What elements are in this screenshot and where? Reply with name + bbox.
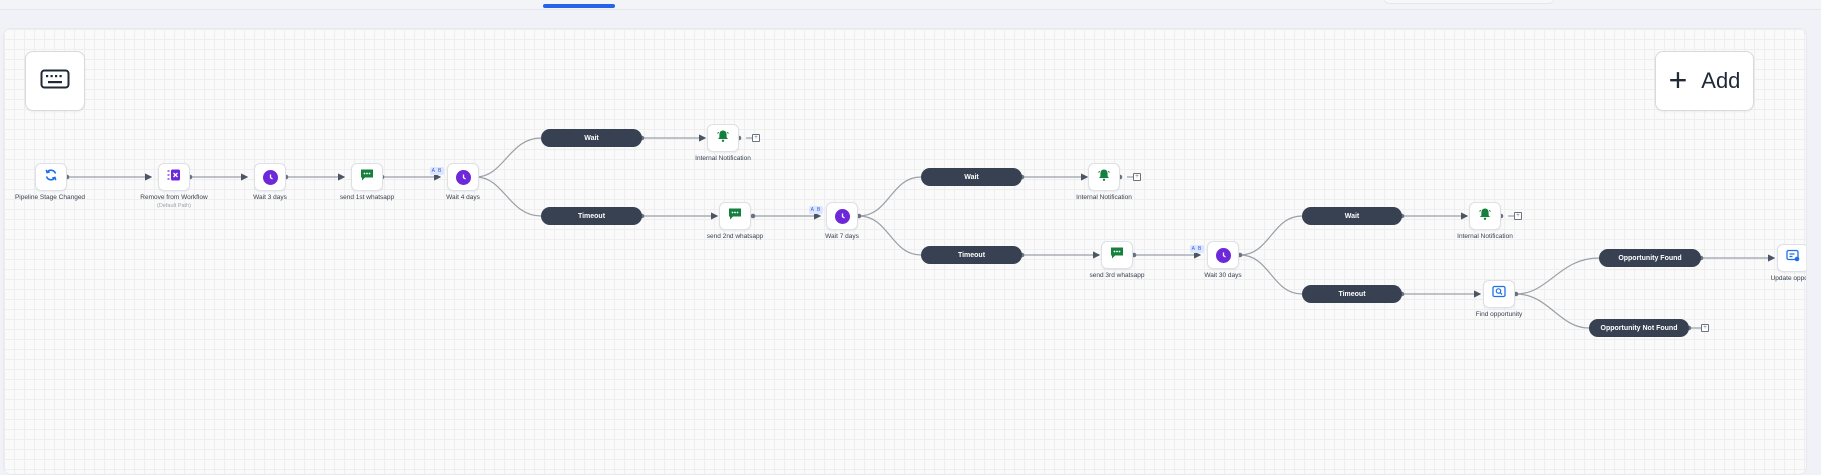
node-label: Wait 7 days xyxy=(825,233,859,240)
whatsapp-message-icon xyxy=(728,207,742,225)
workflow-node-trigger[interactable] xyxy=(35,163,67,191)
node-label: Wait 30 days xyxy=(1204,272,1242,279)
branch-timeout[interactable]: Timeout xyxy=(1302,285,1402,303)
workflow-node-wait-7-days[interactable] xyxy=(826,202,858,230)
workflow-node-wait-30-days[interactable] xyxy=(1207,241,1239,269)
clock-icon xyxy=(834,208,850,224)
branch-opportunity-found[interactable]: Opportunity Found xyxy=(1599,249,1701,267)
end-node[interactable]: + xyxy=(752,134,760,142)
add-action-button[interactable]: + Add xyxy=(1655,51,1754,111)
workflow-node-send-3rd-whatsapp[interactable] xyxy=(1101,241,1133,269)
ab-split-badge: A B xyxy=(1190,245,1204,253)
update-opportunity-icon xyxy=(1786,249,1800,267)
workflow-connectors xyxy=(64,134,1776,331)
bell-icon xyxy=(716,129,730,148)
keyboard-shortcuts-button[interactable] xyxy=(25,51,85,111)
sync-icon xyxy=(44,168,58,187)
workflow-node-internal-notification[interactable] xyxy=(1469,202,1501,230)
workflow-node-find-opportunity[interactable] xyxy=(1483,280,1515,308)
keyboard-icon xyxy=(40,69,70,94)
top-tab-bar xyxy=(0,0,1821,10)
node-label-text: Remove from Workflow xyxy=(140,194,208,201)
workflow-node-send-2nd-whatsapp[interactable] xyxy=(719,202,751,230)
workflow-node-send-1st-whatsapp[interactable] xyxy=(351,163,383,191)
node-label: Wait 4 days xyxy=(446,194,480,201)
active-tab-indicator xyxy=(543,4,615,8)
bell-icon xyxy=(1097,168,1111,187)
node-label: Internal Notification xyxy=(695,155,751,162)
branch-wait[interactable]: Wait xyxy=(921,168,1022,186)
workflow-node-wait-3-days[interactable] xyxy=(254,163,286,191)
branch-wait[interactable]: Wait xyxy=(1302,207,1402,225)
workflow-node-update-opportunity[interactable] xyxy=(1777,244,1806,272)
node-label: Internal Notification xyxy=(1076,194,1132,201)
branch-wait[interactable]: Wait xyxy=(541,129,642,147)
add-button-label: Add xyxy=(1701,68,1741,93)
workflow-node-wait-4-days[interactable] xyxy=(447,163,479,191)
bell-icon xyxy=(1478,207,1492,226)
whatsapp-message-icon xyxy=(360,168,374,186)
ab-split-badge: A B xyxy=(430,167,444,175)
clock-icon xyxy=(1215,247,1231,263)
node-label: Update opportu xyxy=(1770,275,1806,282)
workflow-canvas[interactable]: + Add Pipeline Stage Changed Remove from… xyxy=(3,28,1807,475)
workflow-node-remove[interactable] xyxy=(158,163,190,191)
node-label: Find opportunity xyxy=(1475,311,1523,318)
workflow-node-internal-notification[interactable] xyxy=(1088,163,1120,191)
ab-split-badge: A B xyxy=(809,206,823,214)
whatsapp-message-icon xyxy=(1110,246,1124,264)
node-label: Internal Notification xyxy=(1457,233,1513,240)
clock-icon xyxy=(455,169,471,185)
end-node[interactable]: + xyxy=(1701,324,1709,332)
branch-timeout[interactable]: Timeout xyxy=(921,246,1022,264)
plus-icon: + xyxy=(1668,61,1688,98)
node-sublabel: (Default Path) xyxy=(157,203,191,209)
node-label: Pipeline Stage Changed xyxy=(14,194,86,201)
end-node[interactable]: + xyxy=(1133,173,1141,181)
branch-timeout[interactable]: Timeout xyxy=(541,207,642,225)
search-opportunity-icon xyxy=(1492,285,1506,303)
remove-workflow-icon xyxy=(167,168,181,187)
top-control[interactable] xyxy=(1383,0,1555,4)
workflow-node-internal-notification[interactable] xyxy=(707,124,739,152)
branch-opportunity-not-found[interactable]: Opportunity Not Found xyxy=(1589,319,1689,337)
clock-icon xyxy=(262,169,278,185)
end-node[interactable]: + xyxy=(1514,212,1522,220)
